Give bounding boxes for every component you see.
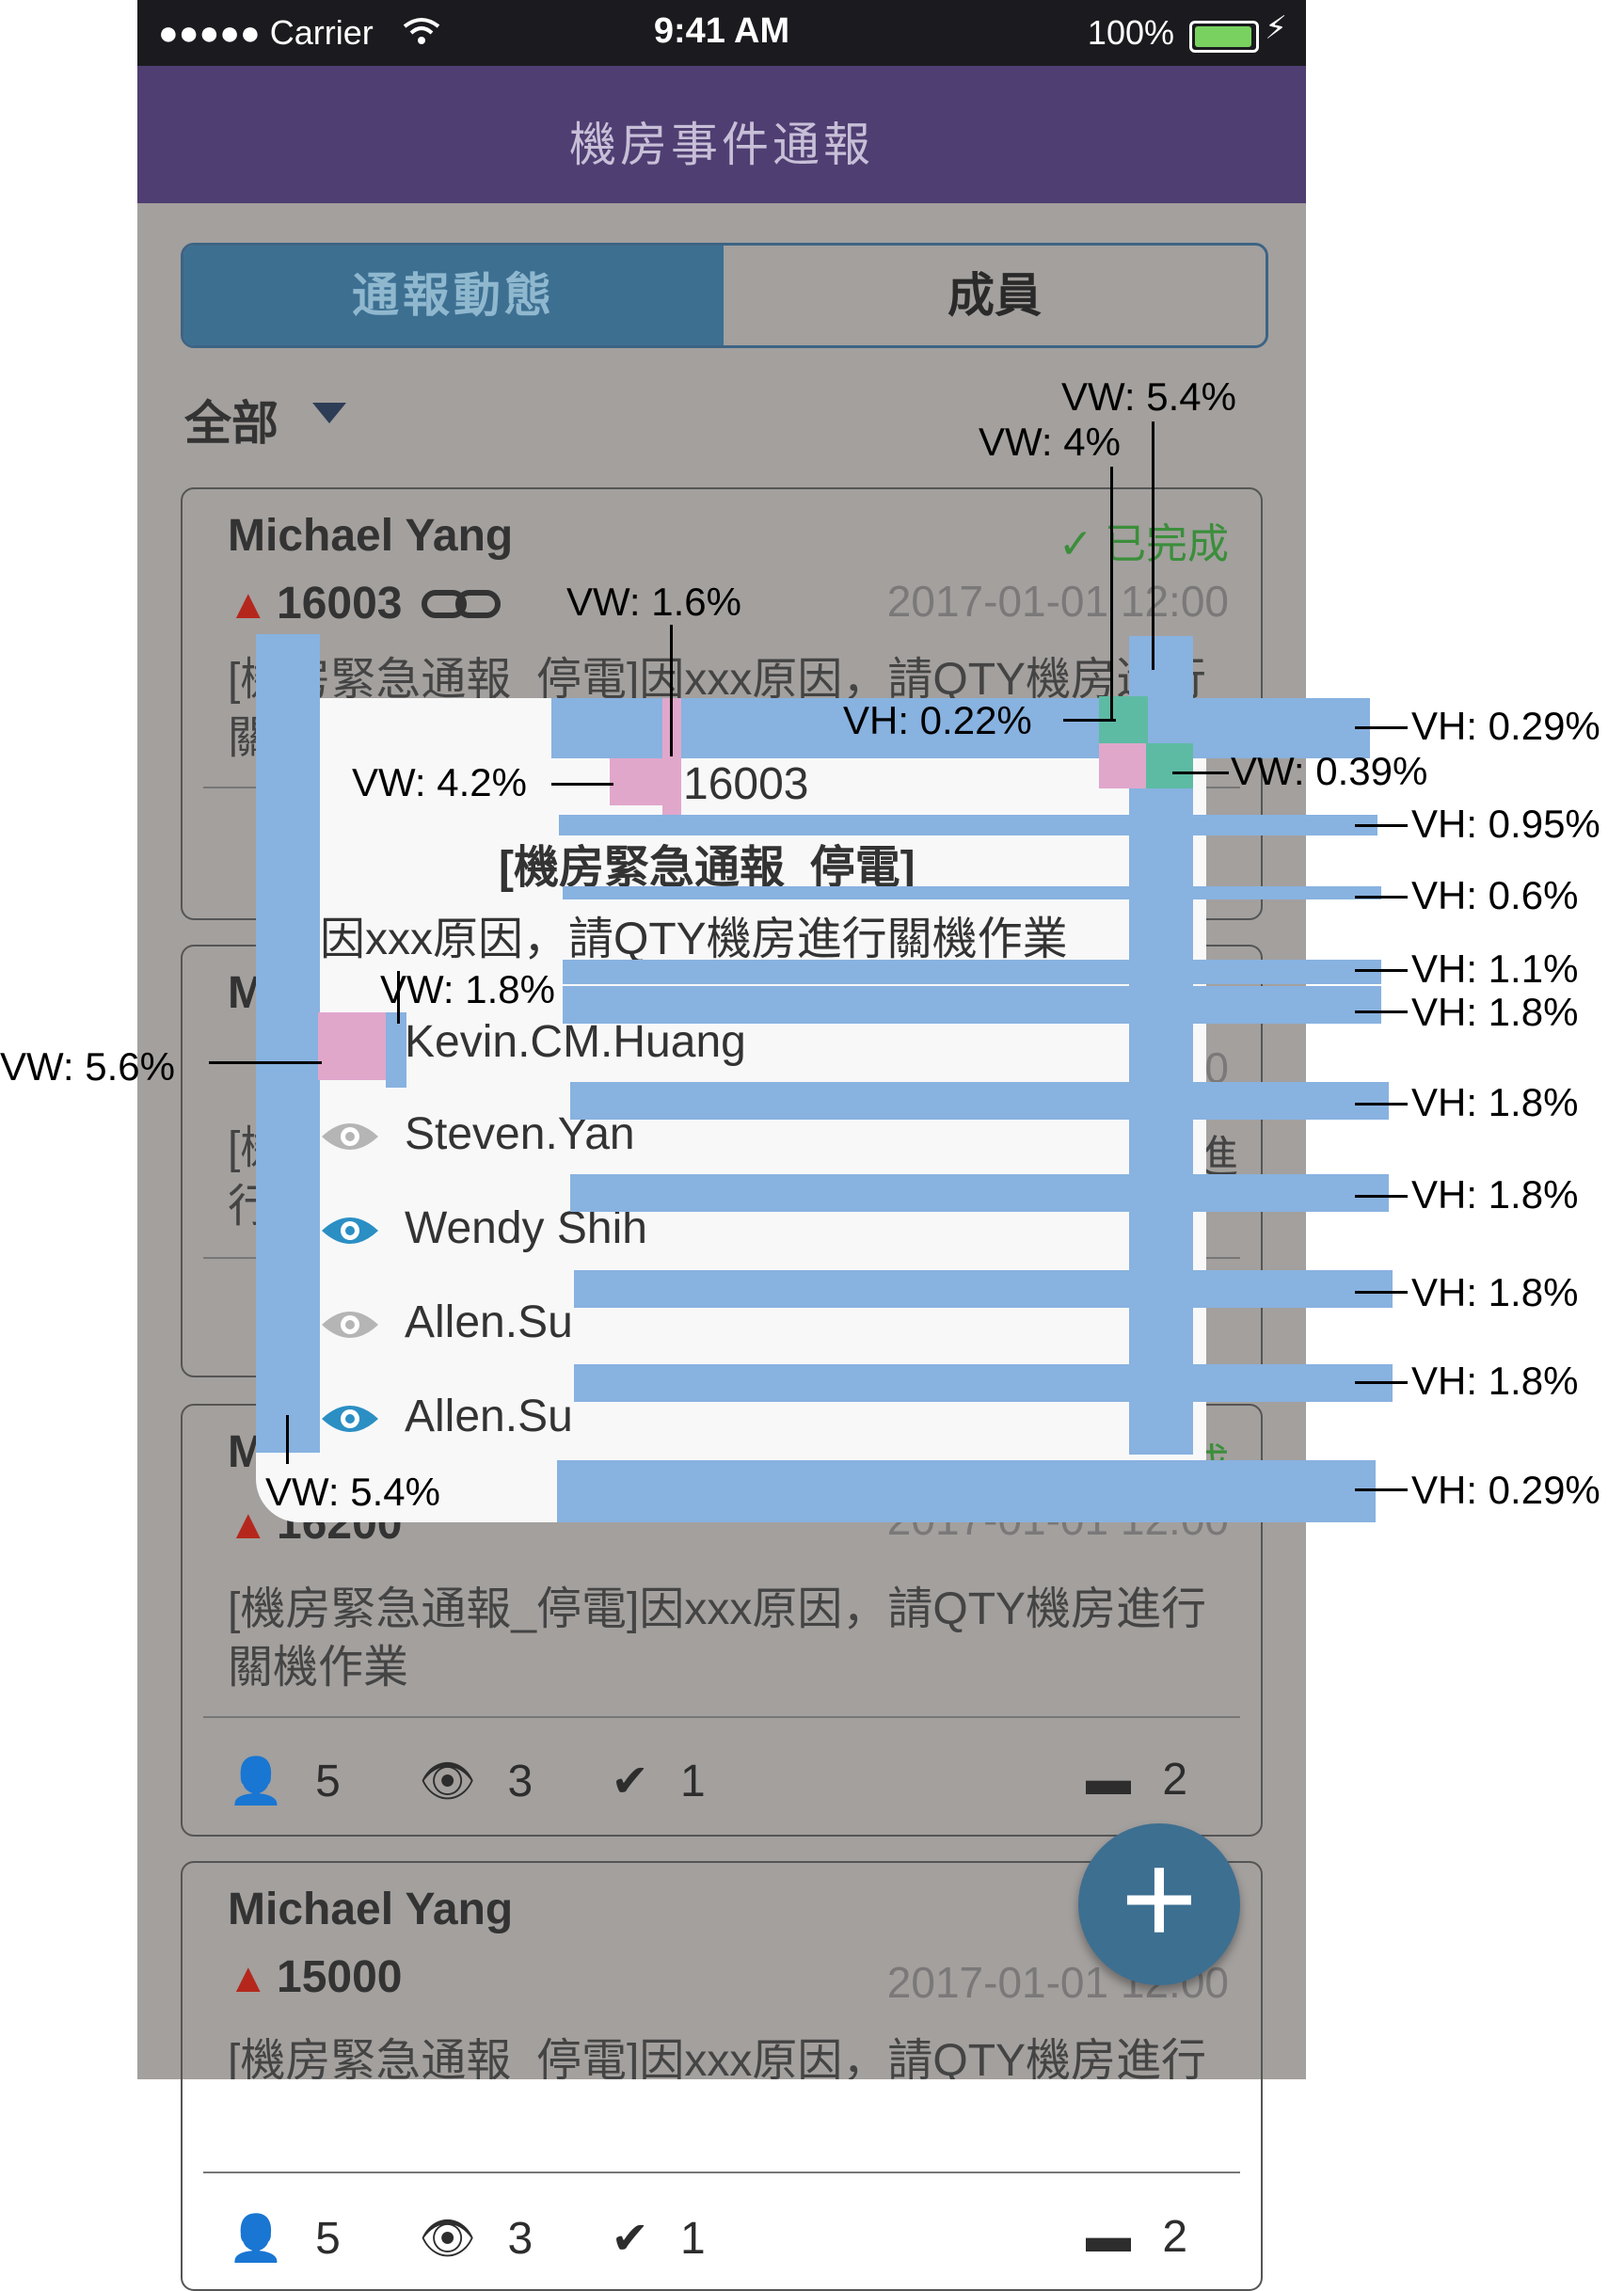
event-message: [機房緊急通報_停電]因xxx原因，請QTY機房進行關機作業 bbox=[228, 1584, 1207, 1693]
add-button[interactable]: + bbox=[1078, 1823, 1240, 1985]
event-time: 2017-01-01 12:00 bbox=[886, 577, 1229, 626]
person-icon: 👤 bbox=[228, 2214, 284, 2264]
annotation-label: VW: 4% bbox=[979, 420, 1121, 464]
annotation-marker bbox=[610, 758, 662, 805]
tab-members[interactable]: 成員 bbox=[724, 246, 1266, 345]
annotation-marker bbox=[1099, 743, 1146, 788]
card-author: Michael Yang bbox=[228, 511, 514, 561]
comments-count: 2 bbox=[1162, 2212, 1188, 2262]
viewed-count: 3 bbox=[507, 1757, 533, 1806]
comments[interactable]: ▬ 2 bbox=[1086, 2211, 1187, 2263]
eye-icon-unviewed bbox=[322, 1123, 378, 1150]
divider bbox=[203, 1716, 1240, 1718]
annotation-spacing-bar bbox=[574, 1270, 1393, 1308]
annotation-spacing-bar bbox=[559, 815, 1377, 835]
link-icon bbox=[422, 590, 501, 618]
status-bar: ●●●●● Carrier 9:41 AM 100% ⚡ bbox=[137, 0, 1306, 66]
annotation-label: VW: 0.39% bbox=[1231, 749, 1428, 793]
members-count: 5 bbox=[315, 2214, 341, 2264]
annotation-label: VH: 0.29% bbox=[1411, 704, 1600, 748]
done-count: 1 bbox=[680, 2214, 706, 2264]
comments-count: 2 bbox=[1162, 1755, 1188, 1805]
done-count: 1 bbox=[680, 1757, 706, 1806]
annotation-label: VW: 1.6% bbox=[566, 580, 741, 624]
check-circle-icon: ✔ bbox=[611, 2214, 649, 2264]
annotation-label: VW: 5.4% bbox=[1061, 374, 1236, 419]
eye-icon-viewed bbox=[322, 1217, 378, 1244]
annotation-label: VH: 1.8% bbox=[1411, 1172, 1579, 1217]
annotation-label: VW: 1.8% bbox=[380, 967, 555, 1011]
members-count: 5 bbox=[315, 1757, 341, 1806]
annotation-label: VH: 0.22% bbox=[843, 698, 1032, 742]
status-badge: ✓ 已完成 bbox=[1058, 521, 1229, 567]
warning-icon: ▲ bbox=[228, 1955, 269, 2001]
annotation-spacing-bar bbox=[574, 1364, 1393, 1402]
annotation-label: VW: 4.2% bbox=[352, 760, 527, 804]
annotation-spacing-bar bbox=[570, 1082, 1389, 1120]
annotation-spacing-bar bbox=[563, 886, 1381, 899]
card-stats: 👤 5 👁 3 ✔ 1 bbox=[228, 1754, 706, 1807]
battery-icon bbox=[1189, 21, 1259, 53]
battery-percent: 100% bbox=[1087, 13, 1174, 52]
comments[interactable]: ▬ 2 bbox=[1086, 1754, 1187, 1806]
tab-reports[interactable]: 通報動態 bbox=[183, 246, 724, 345]
annotation-label: VW: 5.6% bbox=[0, 1044, 175, 1089]
popup-event-id: 16003 bbox=[683, 759, 809, 809]
event-card-continuation: 👤 5 👁 3 ✔ 1 ▬ 2 bbox=[181, 2079, 1263, 2291]
comment-icon: ▬ bbox=[1086, 1755, 1131, 1805]
annotation-label: VH: 0.29% bbox=[1411, 1468, 1600, 1512]
annotation-spacing-bar bbox=[563, 960, 1381, 984]
eye-icon: 👁 bbox=[419, 1757, 477, 1806]
charging-icon: ⚡ bbox=[1265, 10, 1287, 46]
nav-bar: 機房事件通報 bbox=[137, 66, 1306, 203]
annotation-label: VH: 1.8% bbox=[1411, 990, 1579, 1034]
caret-down-icon[interactable] bbox=[312, 403, 346, 423]
annotation-marker bbox=[1146, 743, 1193, 788]
annotation-spacing-bar bbox=[557, 1460, 1376, 1522]
divider bbox=[203, 2172, 1240, 2173]
popup-message: 因xxx原因，請QTY機房進行關機作業 bbox=[320, 915, 1068, 964]
viewer-name: Allen.Su bbox=[405, 1297, 573, 1347]
segmented-control: 通報動態 成員 bbox=[181, 243, 1268, 348]
card-author: Michael Yang bbox=[228, 1885, 514, 1934]
comment-icon: ▬ bbox=[1086, 2212, 1131, 2262]
annotation-spacing-bar bbox=[563, 986, 1381, 1024]
annotation-marker bbox=[318, 1012, 386, 1080]
warning-icon: ▲ bbox=[228, 1502, 269, 1548]
eye-icon-unviewed bbox=[322, 1312, 378, 1338]
viewer-name: Allen.Su bbox=[405, 1392, 573, 1441]
eye-icon: 👁 bbox=[419, 2214, 477, 2264]
event-id: 15000 bbox=[277, 1952, 403, 2002]
annotation-label: VH: 1.8% bbox=[1411, 1359, 1579, 1403]
check-circle-icon: ✔ bbox=[611, 1757, 649, 1806]
annotation-marker bbox=[386, 1012, 406, 1088]
eye-icon-viewed bbox=[322, 1406, 378, 1432]
annotation-label: VW: 5.4% bbox=[265, 1470, 440, 1514]
viewed-count: 3 bbox=[507, 2214, 533, 2264]
viewer-name: Kevin.CM.Huang bbox=[405, 1017, 746, 1067]
event-message: [機房緊急通報_停電]因xxx原因，請QTY機房進行關機作業 bbox=[228, 2036, 1207, 2079]
event-id: 16003 bbox=[277, 579, 403, 628]
filter-dropdown[interactable]: 全部 bbox=[184, 386, 279, 453]
page-title: 機房事件通報 bbox=[569, 119, 874, 171]
annotation-label: VH: 0.6% bbox=[1411, 873, 1579, 917]
card-stats: 👤 5 👁 3 ✔ 1 bbox=[228, 2211, 706, 2265]
annotation-spacing-bar bbox=[570, 1174, 1389, 1212]
annotation-label: VH: 0.95% bbox=[1411, 802, 1600, 846]
warning-icon: ▲ bbox=[228, 581, 269, 628]
person-icon: 👤 bbox=[228, 1757, 284, 1806]
annotation-label: VH: 1.1% bbox=[1411, 947, 1579, 991]
annotation-label: VH: 1.8% bbox=[1411, 1080, 1579, 1124]
annotation-label: VH: 1.8% bbox=[1411, 1270, 1579, 1314]
annotation-margin-bar bbox=[256, 634, 320, 1453]
